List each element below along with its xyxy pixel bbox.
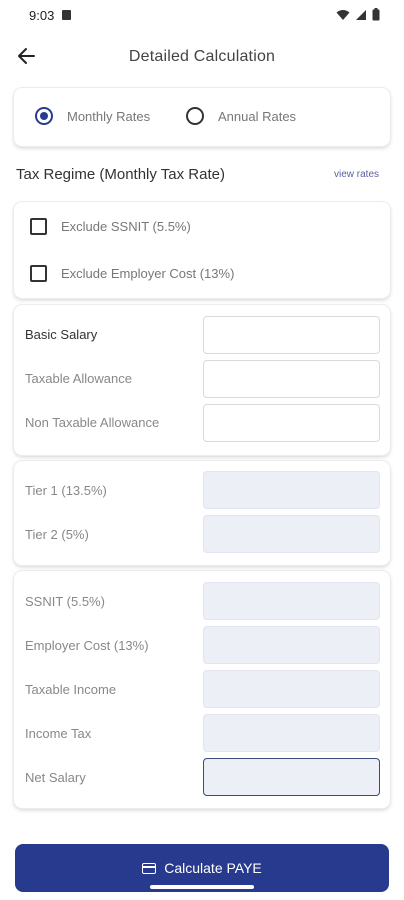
radio-checked-icon[interactable] — [35, 107, 53, 125]
annual-rates-label: Annual Rates — [218, 108, 297, 124]
taxable-allowance-label: Taxable Allowance — [25, 371, 132, 386]
home-indicator[interactable] — [150, 885, 254, 889]
taxable-allowance-input[interactable] — [203, 360, 380, 398]
non-taxable-allowance-label: Non Taxable Allowance — [25, 415, 160, 430]
monthly-rates-option[interactable]: Monthly Rates — [35, 107, 150, 125]
exclude-ssnit-option[interactable]: Exclude SSNIT (5.5%) — [30, 218, 191, 235]
exclude-employer-cost-option[interactable]: Exclude Employer Cost (13%) — [30, 265, 234, 282]
annual-rates-option[interactable]: Annual Rates — [186, 107, 296, 125]
salary-inputs-card: Basic Salary Taxable Allowance Non Taxab… — [14, 305, 390, 455]
status-time: 9:03 — [29, 8, 55, 23]
income-tax-field — [203, 714, 380, 752]
tier2-field — [203, 515, 380, 553]
exclusions-card: Exclude SSNIT (5.5%) Exclude Employer Co… — [14, 202, 390, 298]
ssnit-field — [203, 582, 380, 620]
sd-card-icon — [62, 10, 71, 20]
non-taxable-allowance-input[interactable] — [203, 404, 380, 442]
net-salary-field — [203, 758, 380, 796]
credit-card-icon — [142, 862, 157, 874]
app-bar: Detailed Calculation — [0, 30, 404, 82]
status-icons — [336, 8, 380, 21]
taxable-income-label: Taxable Income — [25, 682, 117, 697]
results-card: SSNIT (5.5%) Employer Cost (13%) Taxable… — [14, 571, 390, 808]
checkbox-icon[interactable] — [30, 265, 47, 282]
income-tax-label: Income Tax — [25, 726, 92, 741]
tier-card: Tier 1 (13.5%) Tier 2 (5%) — [14, 461, 390, 565]
basic-salary-label: Basic Salary — [25, 327, 98, 342]
tax-regime-title: Tax Regime (Monthly Tax Rate) — [16, 166, 225, 183]
status-bar: 9:03 — [0, 0, 404, 30]
employer-cost-label: Employer Cost (13%) — [25, 638, 149, 653]
exclude-ssnit-label: Exclude SSNIT (5.5%) — [61, 219, 191, 234]
exclude-employer-cost-label: Exclude Employer Cost (13%) — [61, 266, 235, 281]
signal-icon — [356, 9, 366, 20]
net-salary-label: Net Salary — [25, 770, 86, 785]
battery-icon — [372, 8, 380, 21]
page-title: Detailed Calculation — [128, 48, 276, 65]
basic-salary-input[interactable] — [203, 316, 380, 354]
taxable-income-field — [203, 670, 380, 708]
checkbox-icon[interactable] — [30, 218, 47, 235]
ssnit-label: SSNIT (5.5%) — [25, 594, 105, 609]
employer-cost-field — [203, 626, 380, 664]
monthly-rates-label: Monthly Rates — [67, 108, 151, 124]
wifi-icon — [336, 9, 350, 20]
tier1-field — [203, 471, 380, 509]
view-rates-link[interactable]: view rates — [334, 169, 379, 180]
tier2-label: Tier 2 (5%) — [25, 527, 89, 542]
radio-unchecked-icon[interactable] — [186, 107, 204, 125]
calculate-paye-label: Calculate PAYE — [164, 860, 262, 876]
tier1-label: Tier 1 (13.5%) — [25, 483, 107, 498]
rate-selector-card: Monthly Rates Annual Rates — [14, 88, 390, 146]
